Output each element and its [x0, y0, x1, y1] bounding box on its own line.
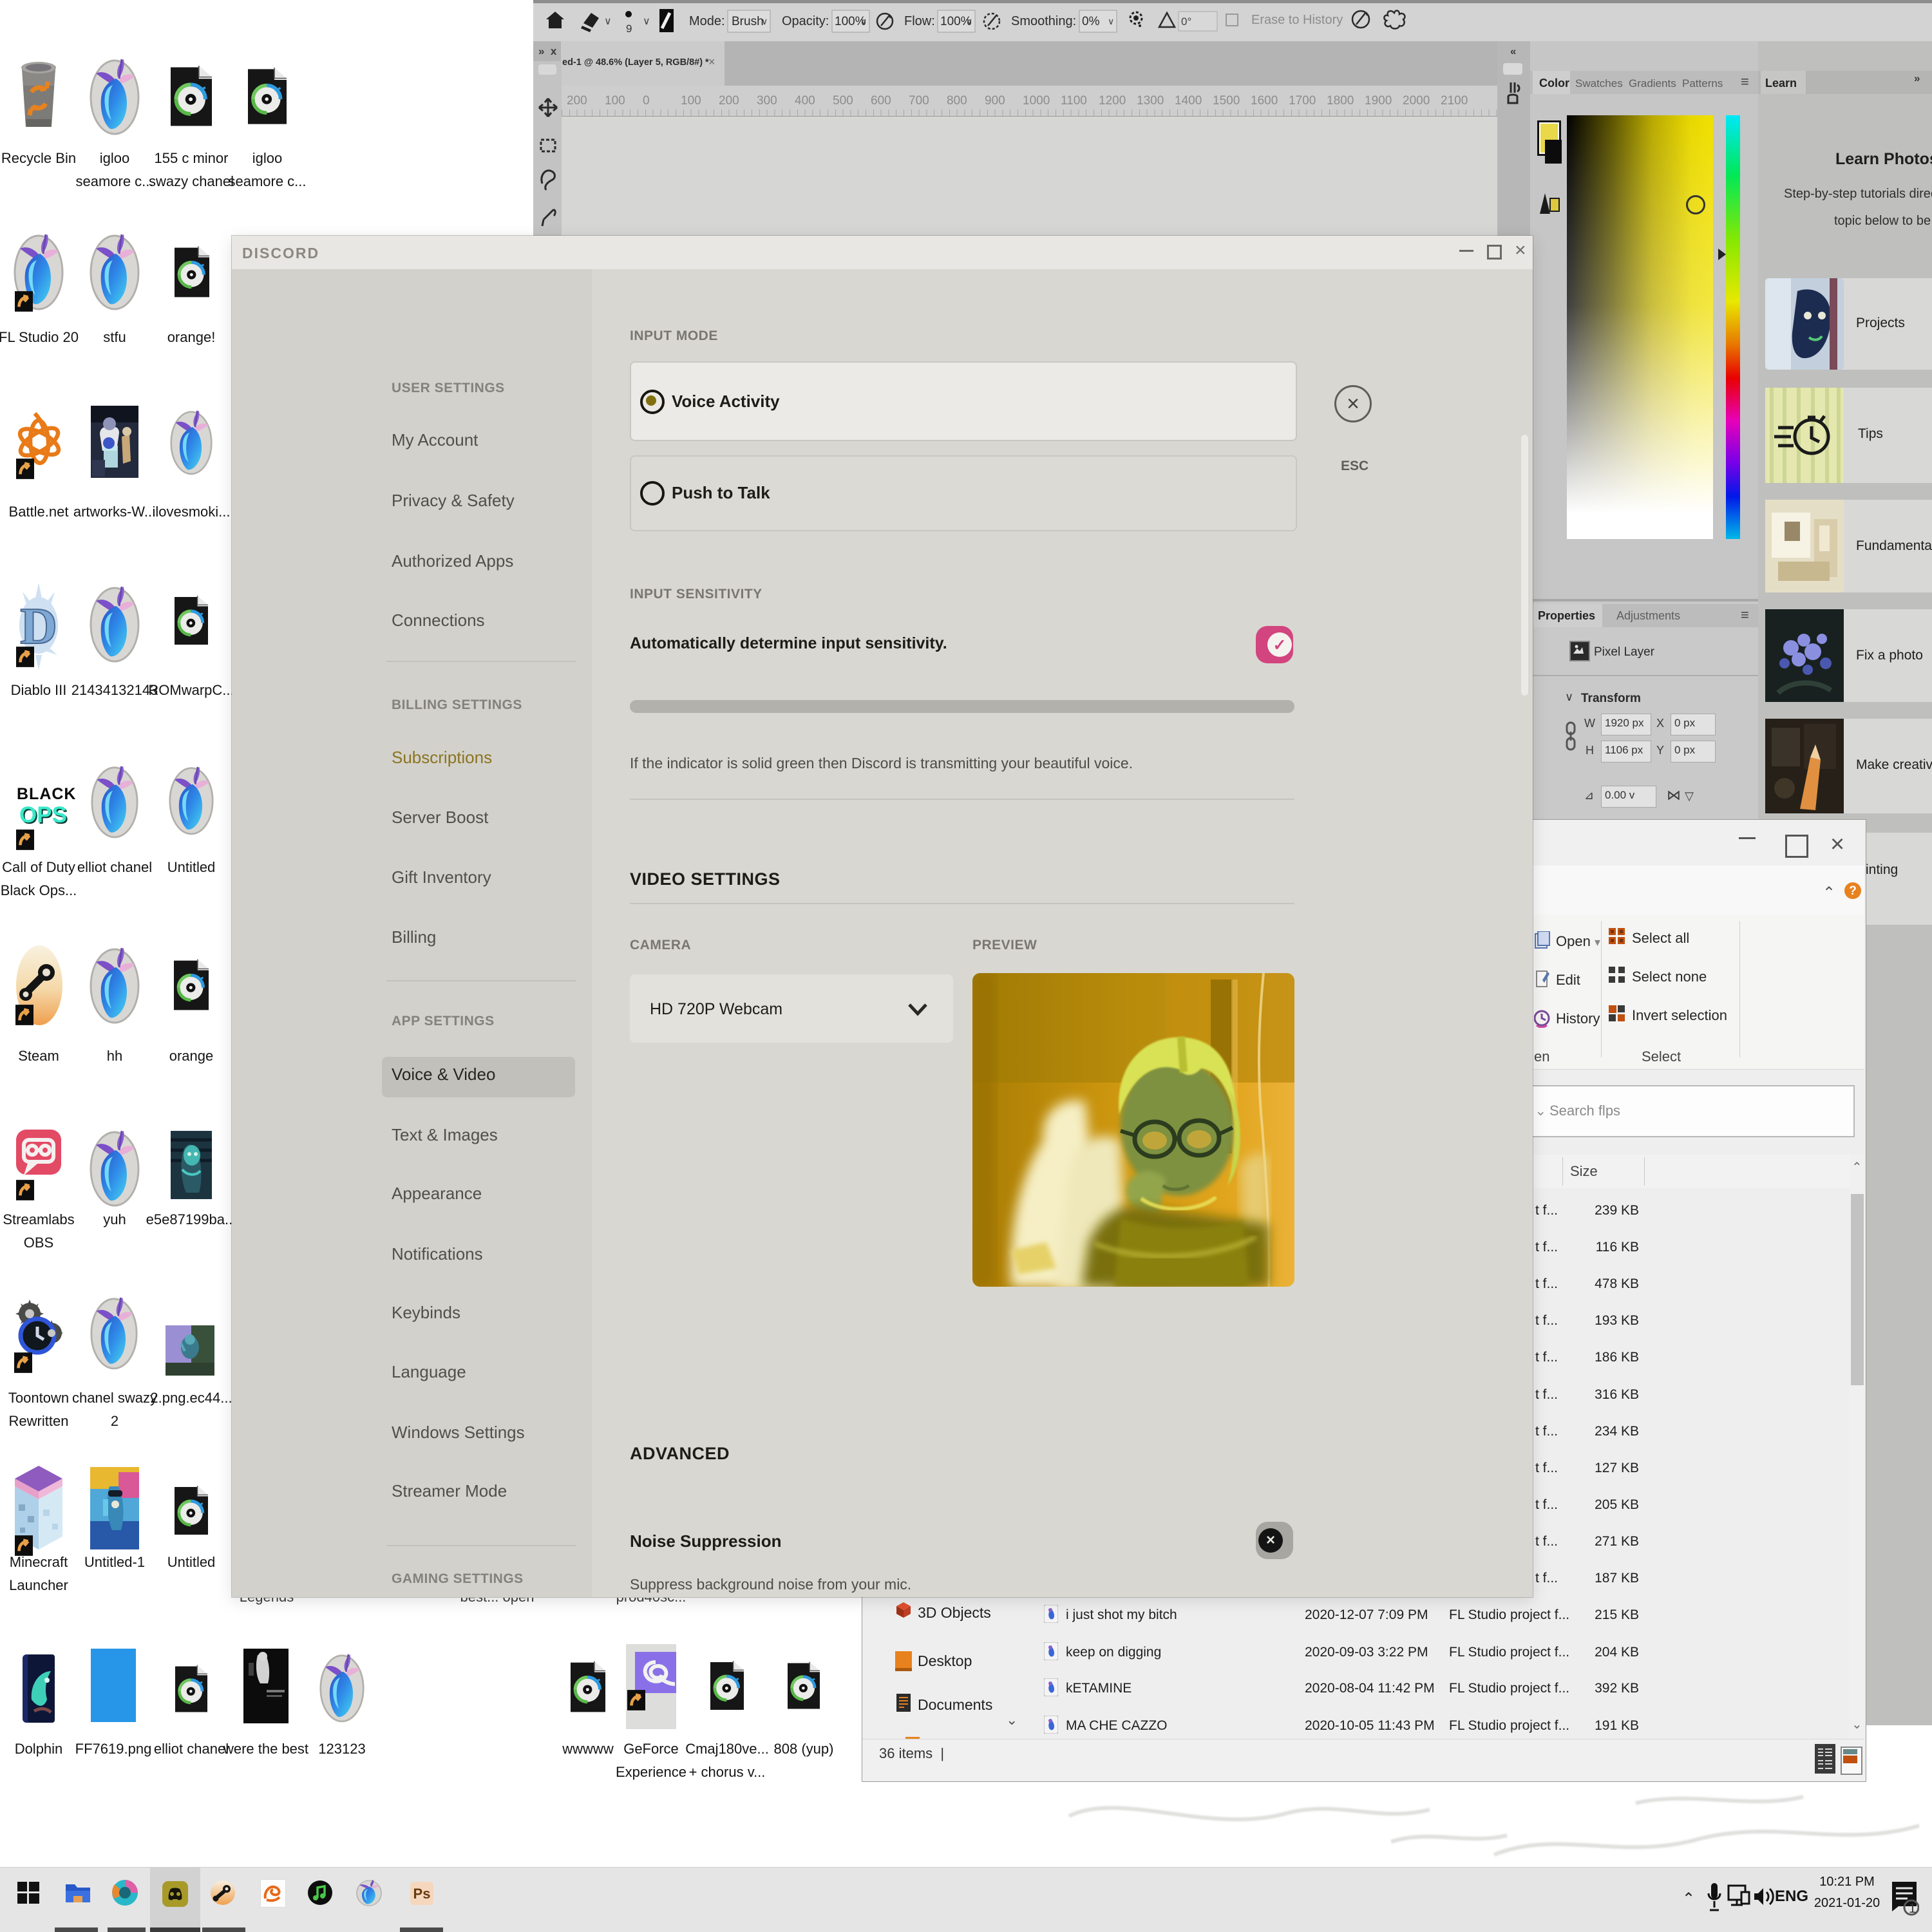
svg-text:Mode:: Mode: [689, 14, 725, 28]
svg-text:Flow:: Flow: [904, 14, 935, 28]
svg-text:0°: 0° [1181, 15, 1191, 28]
svg-text:Brush: Brush [732, 15, 764, 28]
svg-text:0%: 0% [1082, 15, 1100, 28]
svg-text:∨: ∨ [860, 16, 867, 26]
svg-text:∨: ∨ [643, 16, 650, 27]
svg-text:∨: ∨ [761, 16, 768, 26]
svg-text:∨: ∨ [604, 16, 612, 27]
svg-text:Smoothing:: Smoothing: [1011, 14, 1076, 28]
svg-text:1: 1 [1909, 1902, 1916, 1916]
svg-text:∨: ∨ [966, 16, 972, 26]
svg-text:∨: ∨ [1108, 16, 1114, 26]
svg-text:9: 9 [626, 23, 632, 35]
svg-text:Opacity:: Opacity: [782, 14, 829, 28]
